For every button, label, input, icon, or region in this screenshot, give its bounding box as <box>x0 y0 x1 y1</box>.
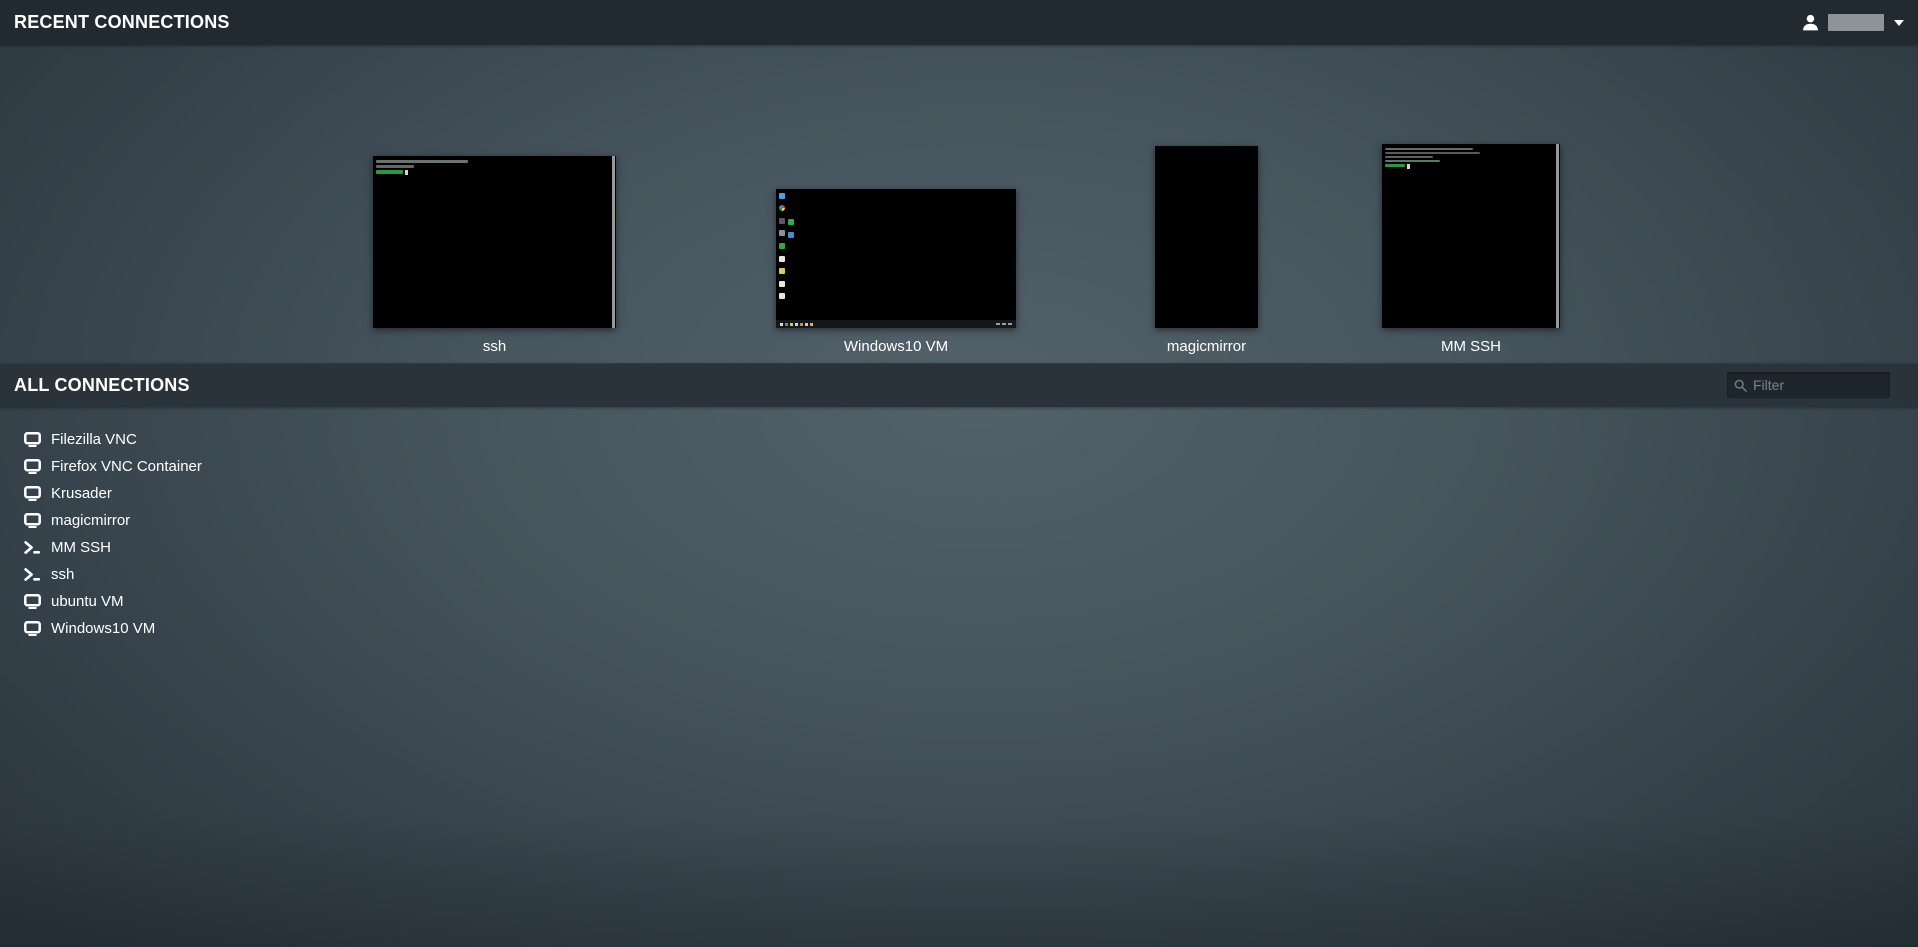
terminal-icon <box>24 567 41 582</box>
connection-thumbnail[interactable] <box>1382 144 1560 328</box>
connection-thumbnail[interactable] <box>776 189 1016 328</box>
connection-list-item-krusader[interactable]: Krusader <box>24 480 124 507</box>
terminal-text-line <box>376 160 468 163</box>
desktop-icon <box>779 281 785 287</box>
connection-name: Filezilla VNC <box>51 431 137 448</box>
recent-connections-section: ssh Windows10 VM magicmirror MM SSH <box>0 45 1918 363</box>
connection-list-item-windows10-vm[interactable]: Windows10 VM <box>24 615 167 642</box>
caret-down-icon <box>1894 20 1904 26</box>
terminal-scrollbar <box>612 156 615 328</box>
connection-name: Windows10 VM <box>51 620 155 637</box>
connection-label: magicmirror <box>1167 338 1246 355</box>
terminal-text-line <box>376 165 414 168</box>
all-connections-bar: ALL CONNECTIONS <box>0 363 1918 407</box>
terminal-text-line <box>1385 164 1405 167</box>
connection-list-item-mm-ssh[interactable]: MM SSH <box>24 534 123 561</box>
connection-list-item-magicmirror[interactable]: magicmirror <box>24 507 142 534</box>
desktop-icon <box>779 256 785 262</box>
terminal-cursor <box>405 170 408 175</box>
connection-label: Windows10 VM <box>844 338 948 355</box>
taskbar <box>776 320 1016 328</box>
top-bar: RECENT CONNECTIONS <box>0 0 1918 45</box>
desktop-icon <box>779 218 785 224</box>
recent-connection-mm-ssh[interactable]: MM SSH <box>1382 144 1560 355</box>
desktop-icon <box>779 293 785 299</box>
terminal-text-line <box>1385 148 1473 150</box>
connection-list-item-filezilla-vnc[interactable]: Filezilla VNC <box>24 426 149 453</box>
connection-label: MM SSH <box>1441 338 1501 355</box>
username-redacted <box>1828 14 1884 31</box>
taskbar-tray <box>996 323 1012 325</box>
connection-label: ssh <box>483 338 506 355</box>
monitor-icon <box>24 594 41 609</box>
terminal-text-line <box>1385 152 1480 154</box>
taskbar-icons <box>780 323 813 326</box>
connection-list-item-ssh[interactable]: ssh <box>24 561 86 588</box>
connection-thumbnail[interactable] <box>373 156 616 328</box>
user-icon <box>1800 12 1821 33</box>
terminal-text-line <box>376 170 403 174</box>
desktop-icon <box>788 232 794 238</box>
connection-name: magicmirror <box>51 512 130 529</box>
connection-thumbnail[interactable] <box>1155 146 1258 328</box>
connection-list: Filezilla VNC Firefox VNC Container Krusad… <box>0 407 214 642</box>
terminal-cursor <box>1407 164 1410 169</box>
monitor-icon <box>24 621 41 636</box>
connection-name: Firefox VNC Container <box>51 458 202 475</box>
terminal-text-line <box>1385 160 1440 162</box>
terminal-text-line <box>1385 156 1433 158</box>
recent-connection-windows10-vm[interactable]: Windows10 VM <box>776 189 1016 355</box>
desktop-icon <box>779 243 785 249</box>
monitor-icon <box>24 486 41 501</box>
search-icon <box>1734 379 1747 392</box>
connection-list-item-ubuntu-vm[interactable]: ubuntu VM <box>24 588 136 615</box>
connection-name: MM SSH <box>51 539 111 556</box>
monitor-icon <box>24 459 41 474</box>
user-menu-button[interactable] <box>1800 12 1904 33</box>
connection-list-item-firefox-vnc-container[interactable]: Firefox VNC Container <box>24 453 214 480</box>
desktop-icon <box>779 193 785 199</box>
connection-name: ssh <box>51 566 74 583</box>
desktop-icon <box>779 205 785 211</box>
desktop-icon <box>788 219 794 225</box>
desktop-icon <box>779 230 785 236</box>
desktop-icon <box>779 268 785 274</box>
monitor-icon <box>24 513 41 528</box>
terminal-icon <box>24 540 41 555</box>
monitor-icon <box>24 432 41 447</box>
connection-name: Krusader <box>51 485 112 502</box>
recent-connection-ssh[interactable]: ssh <box>373 156 616 355</box>
recent-connections-title: RECENT CONNECTIONS <box>14 12 230 33</box>
filter-box <box>1727 372 1890 398</box>
terminal-scrollbar <box>1556 144 1559 328</box>
all-connections-title: ALL CONNECTIONS <box>14 375 190 396</box>
filter-input[interactable] <box>1753 377 1883 393</box>
connection-name: ubuntu VM <box>51 593 124 610</box>
recent-connection-magicmirror[interactable]: magicmirror <box>1155 146 1258 355</box>
